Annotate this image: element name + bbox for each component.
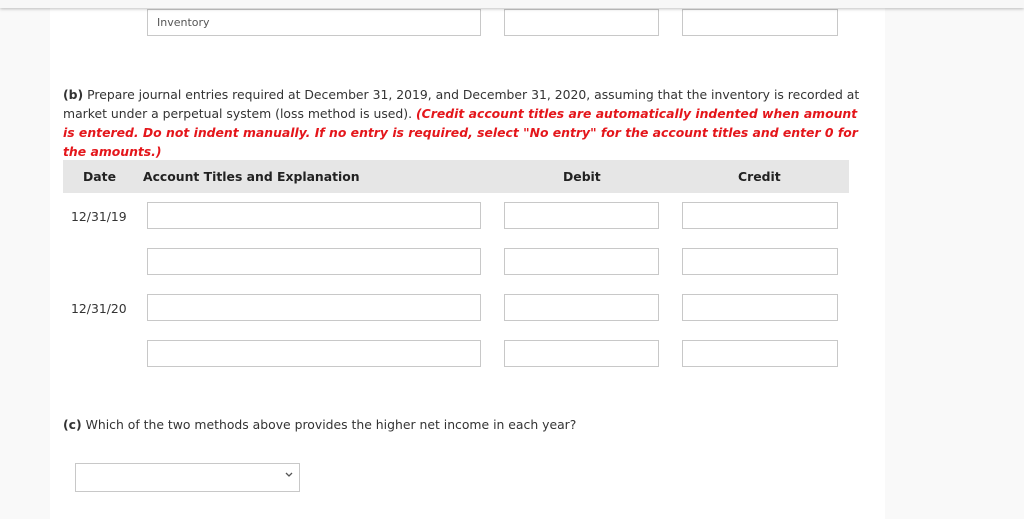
- header-credit: Credit: [738, 169, 781, 184]
- account-title-field[interactable]: [147, 340, 481, 367]
- debit-field[interactable]: [504, 340, 659, 367]
- debit-field[interactable]: [504, 248, 659, 275]
- chevron-down-icon: [285, 470, 293, 481]
- header-date: Date: [83, 169, 116, 184]
- account-title-field[interactable]: [147, 248, 481, 275]
- part-a-account-field[interactable]: Inventory: [147, 9, 481, 36]
- account-title-field[interactable]: [147, 294, 481, 321]
- top-toolbar-edge: [0, 0, 1024, 8]
- debit-field[interactable]: [504, 202, 659, 229]
- row-date: 12/31/20: [71, 301, 127, 316]
- part-b-label: (b): [63, 87, 84, 102]
- part-c-label: (c): [63, 417, 82, 432]
- part-c-question-text: Which of the two methods above provides …: [81, 417, 577, 432]
- row-date: 12/31/19: [71, 209, 127, 224]
- credit-field[interactable]: [682, 294, 838, 321]
- credit-field[interactable]: [682, 248, 838, 275]
- part-c-question: (c) Which of the two methods above provi…: [63, 417, 576, 432]
- account-title-field[interactable]: [147, 202, 481, 229]
- part-c-answer-select[interactable]: [75, 463, 300, 492]
- header-account: Account Titles and Explanation: [143, 169, 360, 184]
- debit-field[interactable]: [504, 294, 659, 321]
- part-a-credit-field[interactable]: [682, 9, 838, 36]
- credit-field[interactable]: [682, 340, 838, 367]
- header-debit: Debit: [563, 169, 601, 184]
- journal-table-header: Date Account Titles and Explanation Debi…: [63, 160, 849, 193]
- part-b-instructions: (b) Prepare journal entries required at …: [63, 85, 863, 161]
- credit-field[interactable]: [682, 202, 838, 229]
- part-a-debit-field[interactable]: [504, 9, 659, 36]
